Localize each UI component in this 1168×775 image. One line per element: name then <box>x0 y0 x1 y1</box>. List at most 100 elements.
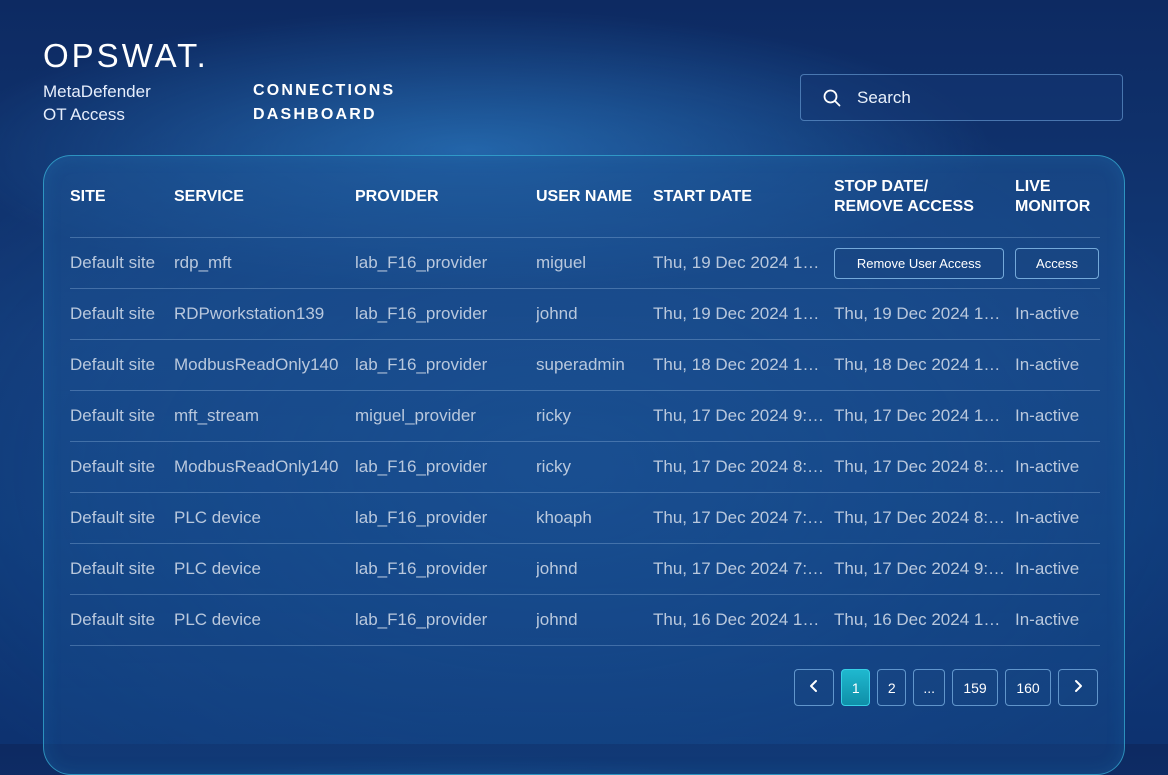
column-header-stop-date-line2: REMOVE ACCESS <box>834 197 974 215</box>
search-box[interactable] <box>800 74 1123 121</box>
chevron-right-icon <box>1073 679 1083 696</box>
cell-user: johnd <box>536 594 653 646</box>
product-name: MetaDefender OT Access <box>43 80 209 126</box>
cell-service: RDPworkstation139 <box>174 288 355 340</box>
table-row: Default site ModbusReadOnly140 lab_F16_p… <box>70 441 1100 493</box>
table-row: Default site mft_stream miguel_provider … <box>70 390 1100 442</box>
page-title-line1: CONNECTIONS <box>253 82 396 99</box>
cell-start-date: Thu, 17 Dec 2024 7:… <box>653 492 834 544</box>
brand: OPSWAT. MetaDefender OT Access <box>43 38 209 126</box>
cell-site: Default site <box>70 237 174 289</box>
cell-start-date: Thu, 19 Dec 2024 14… <box>653 237 834 289</box>
opswat-logo: OPSWAT. <box>43 37 209 74</box>
cell-live-monitor: In-active <box>1015 594 1100 646</box>
cell-live-monitor: In-active <box>1015 543 1100 595</box>
cell-start-date: Thu, 17 Dec 2024 8:… <box>653 441 834 493</box>
connections-table: SITE SERVICE PROVIDER USER NAME START DA… <box>70 156 1100 646</box>
cell-user: miguel <box>536 237 653 289</box>
connections-panel: SITE SERVICE PROVIDER USER NAME START DA… <box>43 155 1125 775</box>
next-page-button[interactable] <box>1058 669 1098 706</box>
cell-provider: lab_F16_provider <box>355 543 536 595</box>
table-row: Default site ModbusReadOnly140 lab_F16_p… <box>70 339 1100 391</box>
cell-live-monitor: In-active <box>1015 339 1100 391</box>
cell-service: ModbusReadOnly140 <box>174 339 355 391</box>
column-header-service[interactable]: SERVICE <box>174 156 355 238</box>
cell-provider: lab_F16_provider <box>355 492 536 544</box>
cell-start-date: Thu, 17 Dec 2024 9:… <box>653 390 834 442</box>
cell-service: mft_stream <box>174 390 355 442</box>
product-name-line2: OT Access <box>43 105 125 124</box>
cell-stop-date: Thu, 17 Dec 2024 8:… <box>834 441 1015 493</box>
table-row: Default site RDPworkstation139 lab_F16_p… <box>70 288 1100 340</box>
cell-start-date: Thu, 18 Dec 2024 13… <box>653 339 834 391</box>
product-name-line1: MetaDefender <box>43 82 151 101</box>
cell-provider: lab_F16_provider <box>355 339 536 391</box>
cell-start-date: Thu, 16 Dec 2024 16… <box>653 594 834 646</box>
cell-site: Default site <box>70 543 174 595</box>
search-input[interactable] <box>855 86 1099 109</box>
cell-start-date: Thu, 17 Dec 2024 7:… <box>653 543 834 595</box>
column-header-stop-date-line1: STOP DATE/ <box>834 177 929 195</box>
cell-live-monitor: Access <box>1015 237 1100 289</box>
cell-user: superadmin <box>536 339 653 391</box>
cell-user: johnd <box>536 288 653 340</box>
cell-stop-date: Remove User Access <box>834 237 1015 289</box>
cell-service: PLC device <box>174 492 355 544</box>
page-ellipsis: ... <box>913 669 945 706</box>
table-row: Default site PLC device lab_F16_provider… <box>70 543 1100 595</box>
column-header-provider[interactable]: PROVIDER <box>355 156 536 238</box>
cell-live-monitor: In-active <box>1015 492 1100 544</box>
pagination: 1 2 ... 159 160 <box>794 669 1098 706</box>
cell-live-monitor: In-active <box>1015 288 1100 340</box>
cell-service: rdp_mft <box>174 237 355 289</box>
cell-live-monitor: In-active <box>1015 441 1100 493</box>
column-header-user-name[interactable]: USER NAME <box>536 156 653 238</box>
cell-provider: miguel_provider <box>355 390 536 442</box>
cell-provider: lab_F16_provider <box>355 594 536 646</box>
table-row: Default site PLC device lab_F16_provider… <box>70 594 1100 646</box>
cell-provider: lab_F16_provider <box>355 441 536 493</box>
page-title-line2: DASHBOARD <box>253 106 377 123</box>
cell-user: johnd <box>536 543 653 595</box>
cell-stop-date: Thu, 17 Dec 2024 9:… <box>834 543 1015 595</box>
cell-stop-date: Thu, 19 Dec 2024 13… <box>834 288 1015 340</box>
cell-service: ModbusReadOnly140 <box>174 441 355 493</box>
cell-site: Default site <box>70 288 174 340</box>
search-icon <box>823 89 841 107</box>
page-button-159[interactable]: 159 <box>952 669 998 706</box>
cell-stop-date: Thu, 17 Dec 2024 8:… <box>834 492 1015 544</box>
page-button-2[interactable]: 2 <box>877 669 907 706</box>
cell-site: Default site <box>70 492 174 544</box>
cell-service: PLC device <box>174 543 355 595</box>
cell-stop-date: Thu, 17 Dec 2024 16… <box>834 390 1015 442</box>
cell-live-monitor: In-active <box>1015 390 1100 442</box>
cell-service: PLC device <box>174 594 355 646</box>
page-button-160[interactable]: 160 <box>1005 669 1051 706</box>
cell-user: ricky <box>536 441 653 493</box>
remove-user-access-button[interactable]: Remove User Access <box>834 247 1004 279</box>
chevron-left-icon <box>809 679 819 696</box>
access-button[interactable]: Access <box>1015 247 1099 279</box>
cell-stop-date: Thu, 16 Dec 2024 18… <box>834 594 1015 646</box>
cell-site: Default site <box>70 339 174 391</box>
page-title: CONNECTIONS DASHBOARD <box>253 79 395 127</box>
cell-site: Default site <box>70 390 174 442</box>
column-header-start-date[interactable]: START DATE <box>653 156 834 238</box>
column-header-live-monitor-line1: LIVE <box>1015 177 1051 195</box>
table-row: Default site PLC device lab_F16_provider… <box>70 492 1100 544</box>
prev-page-button[interactable] <box>794 669 835 706</box>
table-row: Default site rdp_mft lab_F16_provider mi… <box>70 237 1100 289</box>
cell-site: Default site <box>70 441 174 493</box>
cell-user: ricky <box>536 390 653 442</box>
column-header-stop-date[interactable]: STOP DATE/ REMOVE ACCESS <box>834 156 1015 238</box>
column-header-site[interactable]: SITE <box>70 156 174 238</box>
cell-start-date: Thu, 19 Dec 2024 13… <box>653 288 834 340</box>
cell-site: Default site <box>70 594 174 646</box>
cell-provider: lab_F16_provider <box>355 288 536 340</box>
page-button-1[interactable]: 1 <box>841 669 871 706</box>
cell-provider: lab_F16_provider <box>355 237 536 289</box>
column-header-live-monitor-line2: MONITOR <box>1015 197 1091 215</box>
cell-user: khoaph <box>536 492 653 544</box>
table-header-row: SITE SERVICE PROVIDER USER NAME START DA… <box>70 156 1100 238</box>
column-header-live-monitor[interactable]: LIVE MONITOR <box>1015 156 1100 238</box>
